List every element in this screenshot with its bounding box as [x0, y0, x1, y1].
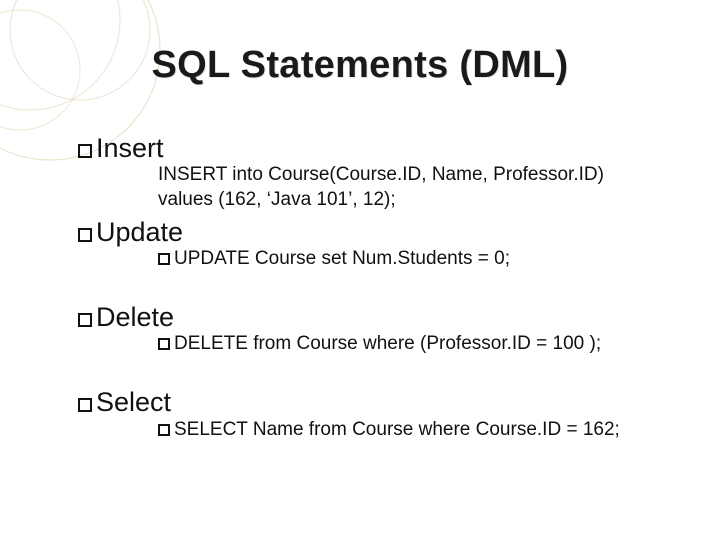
bullet-icon — [78, 144, 92, 158]
bullet-icon — [78, 398, 92, 412]
slide: SQL Statements (DML) Insert INSERT into … — [0, 0, 720, 540]
bullet-icon — [158, 253, 170, 265]
bullet-icon — [158, 338, 170, 350]
bullet-delete: Delete — [78, 303, 670, 331]
code-text: UPDATE Course set Num.Students = 0; — [174, 248, 510, 269]
bullet-label: Insert — [96, 133, 164, 163]
bullet-icon — [158, 424, 170, 436]
select-code: SELECT Name from Course where Course.ID … — [158, 419, 660, 442]
bullet-update: Update — [78, 218, 670, 246]
bullet-label: Update — [96, 217, 183, 247]
slide-body: Insert INSERT into Course(Course.ID, Nam… — [78, 134, 670, 443]
insert-code-line1: INSERT into Course(Course.ID, Name, Prof… — [158, 164, 660, 187]
bullet-select: Select — [78, 388, 670, 416]
bullet-icon — [78, 313, 92, 327]
bullet-label: Delete — [96, 302, 174, 332]
delete-code: DELETE from Course where (Professor.ID =… — [158, 333, 660, 356]
code-text: SELECT Name from Course where Course.ID … — [174, 419, 620, 440]
bullet-icon — [78, 228, 92, 242]
insert-code-line2: values (162, ‘Java 101’, 12); — [158, 189, 660, 212]
update-code: UPDATE Course set Num.Students = 0; — [158, 248, 660, 271]
code-text: DELETE from Course where (Professor.ID =… — [174, 333, 601, 354]
slide-title: SQL Statements (DML) — [0, 44, 720, 87]
bullet-insert: Insert — [78, 134, 670, 162]
bullet-label: Select — [96, 387, 171, 417]
